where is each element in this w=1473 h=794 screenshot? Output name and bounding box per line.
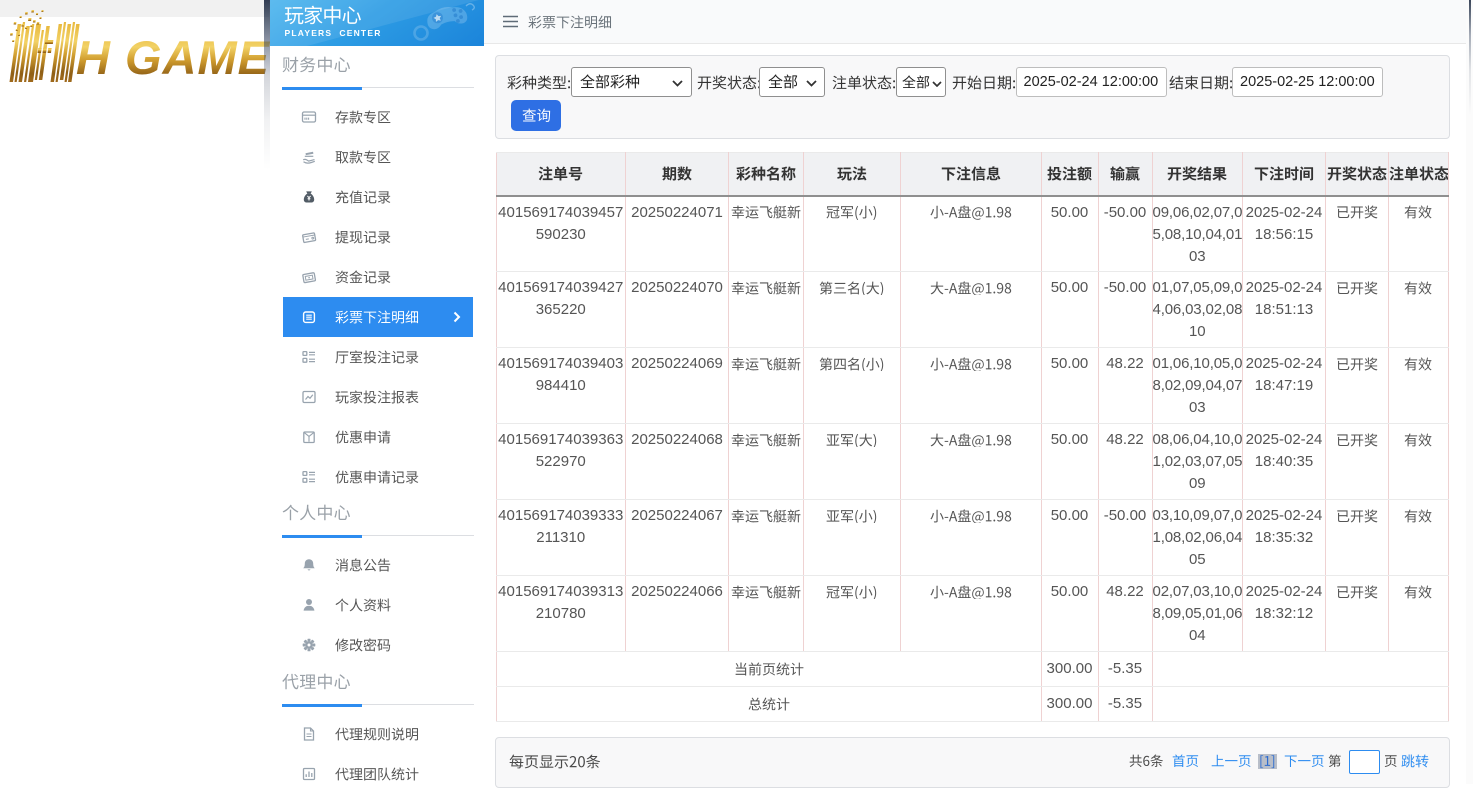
- svg-text:H GAME: H GAME: [76, 31, 271, 84]
